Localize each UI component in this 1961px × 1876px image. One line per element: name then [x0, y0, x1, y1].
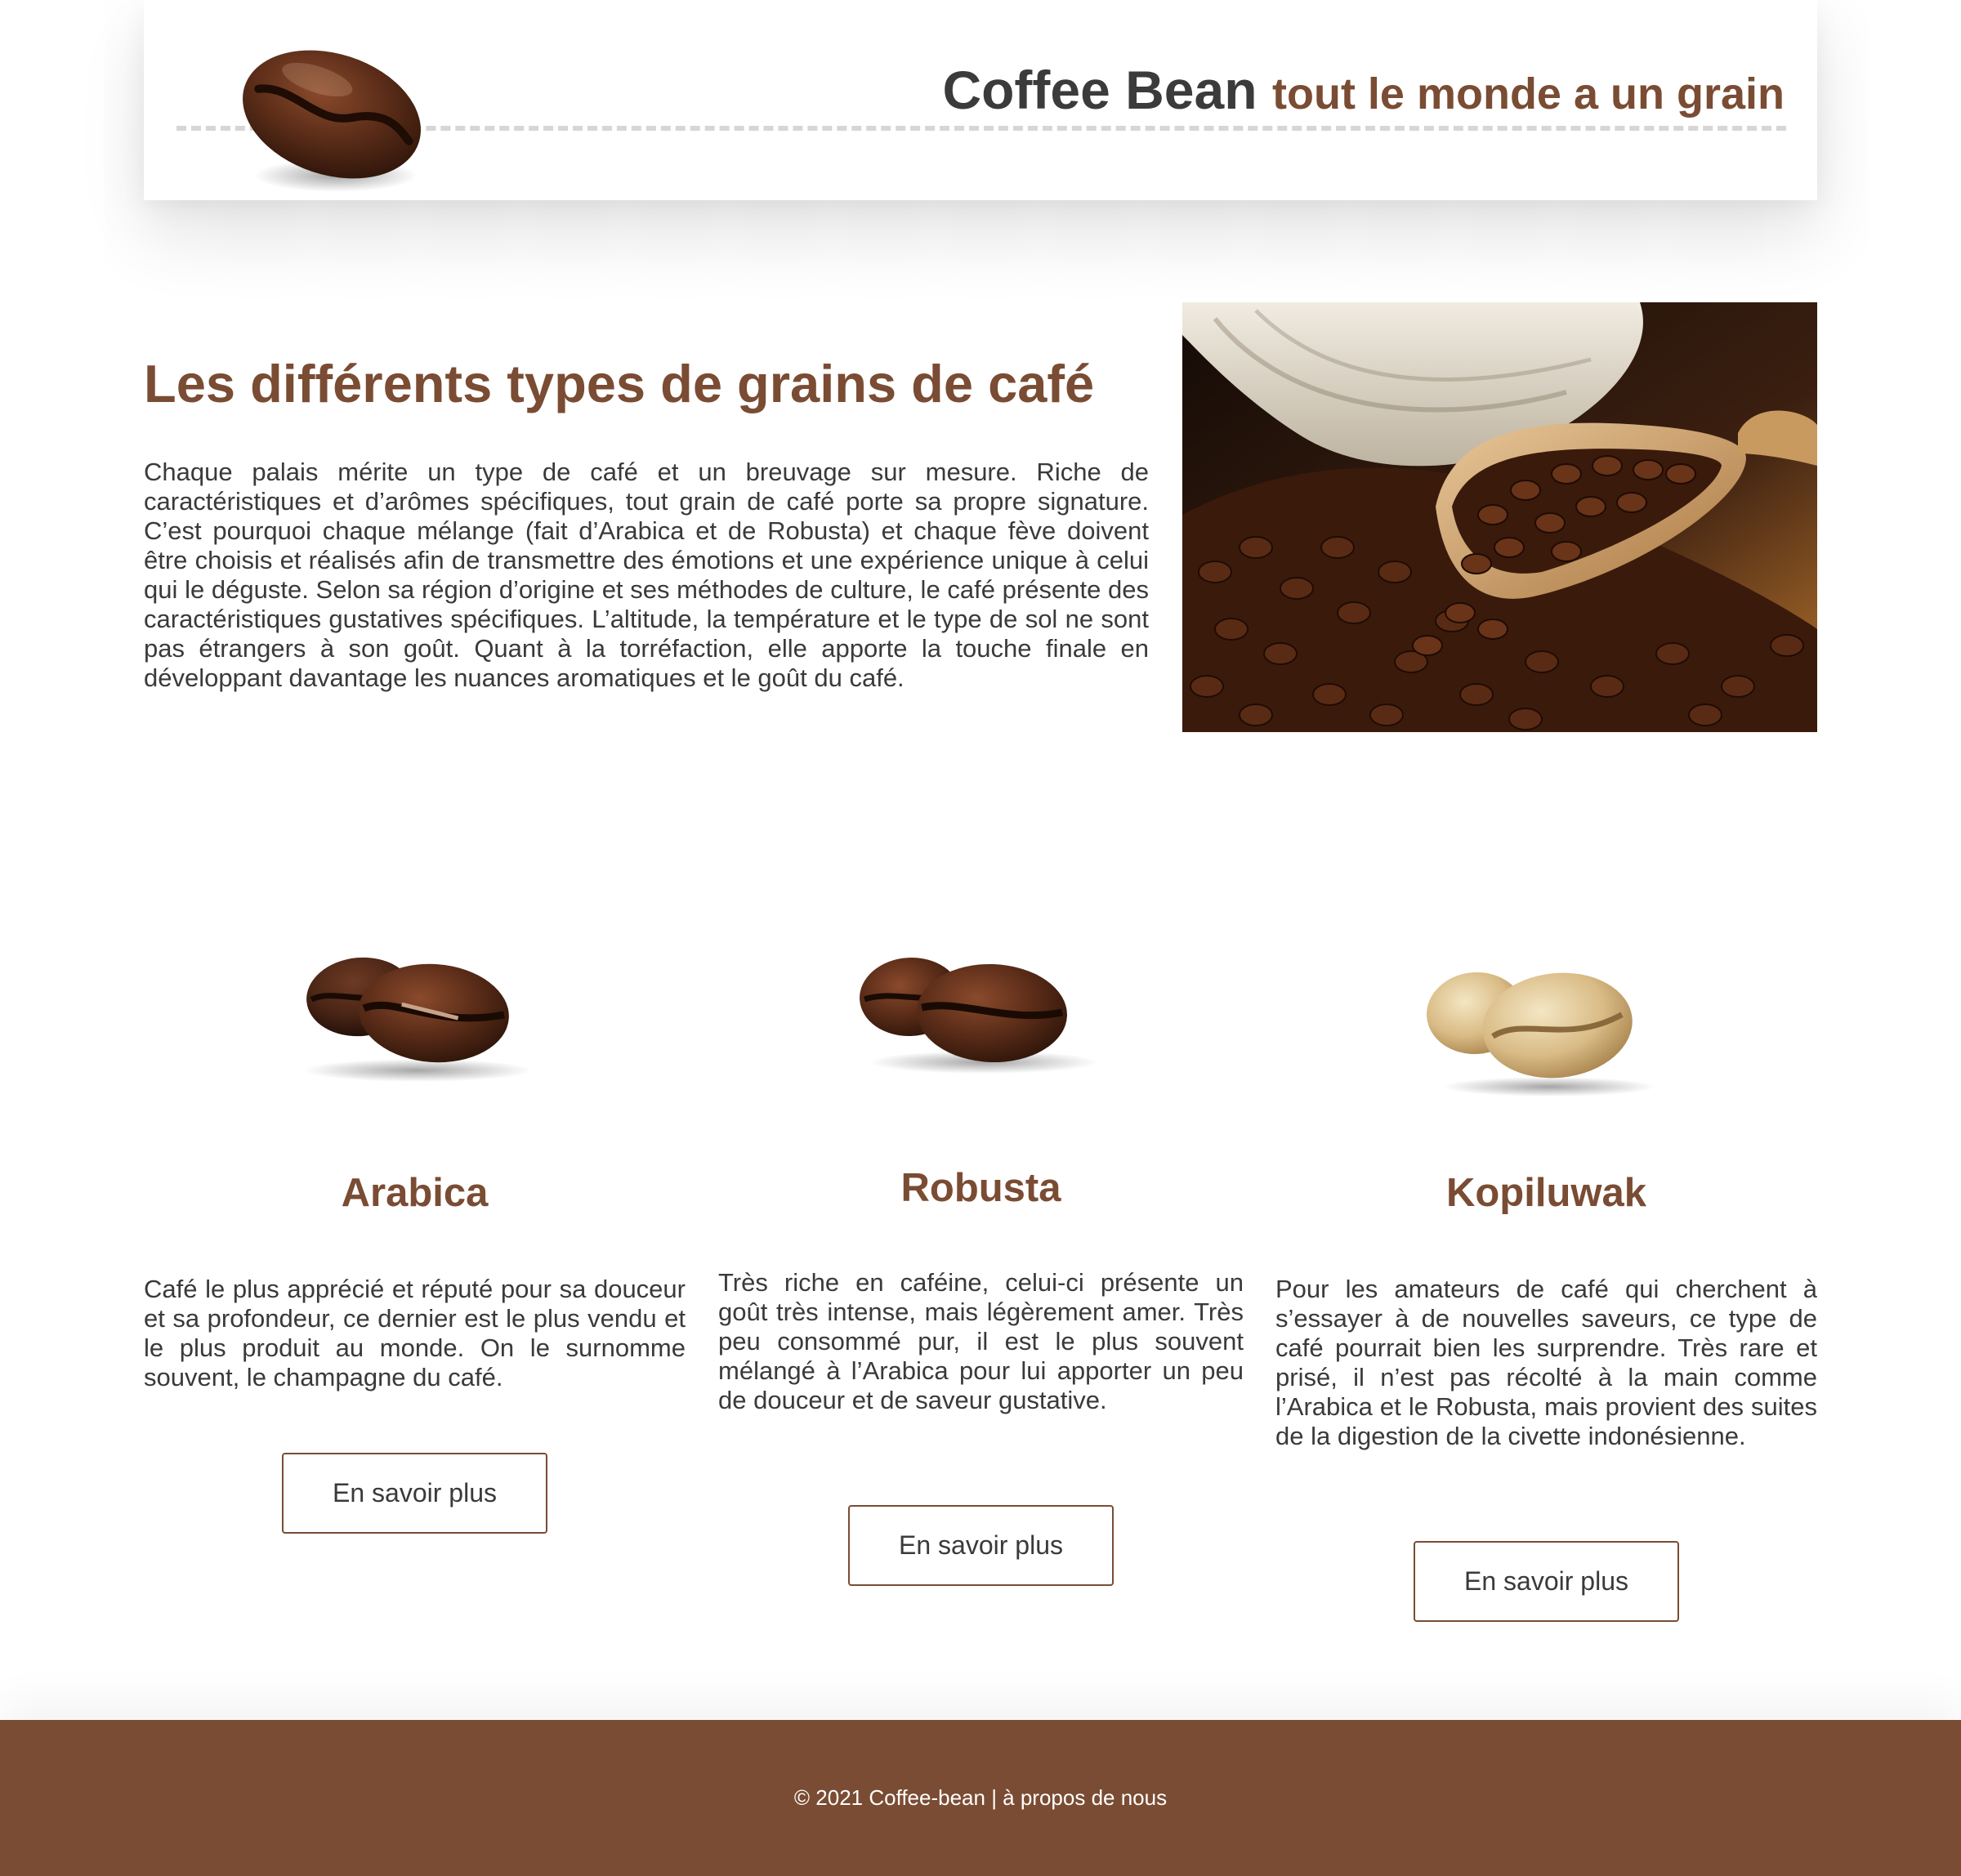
brand-tagline: tout le monde a un grain: [1271, 69, 1785, 118]
card-text-kopiluwak: Pour les amateurs de café qui cherchent …: [1275, 1275, 1817, 1450]
card-text-arabica: Café le plus apprécié et réputé pour sa …: [144, 1275, 686, 1391]
brand: Coffee Bean tout le monde a un grain: [931, 59, 1785, 121]
site-footer: © 2021 Coffee-bean | à propos de nous: [0, 1720, 1961, 1876]
card-text-robusta: Très riche en caféine, celui-ci présente…: [718, 1268, 1244, 1414]
coffee-bean-icon[interactable]: [230, 33, 426, 196]
card-robusta: Robusta Très riche en caféine, celui-ci …: [718, 931, 1244, 1586]
card-kopiluwak: Kopiluwak Pour les amateurs de café qui …: [1275, 931, 1817, 1626]
robusta-beans-photo: [860, 957, 1098, 1074]
card-title-robusta: Robusta: [900, 1166, 1061, 1210]
site-header: Coffee Bean tout le monde a un grain: [144, 0, 1817, 200]
card-arabica: Arabica Café le plus apprécié et réputé …: [144, 931, 686, 1552]
card-title-kopiluwak: Kopiluwak: [1445, 1171, 1647, 1215]
intro-text: Chaque palais mérite un type de café et …: [144, 458, 1149, 692]
brand-name[interactable]: Coffee Bean: [942, 60, 1257, 120]
en-savoir-plus-button-robusta[interactable]: En savoir plus: [848, 1505, 1114, 1586]
intro-title: Les différents types de grains de café: [144, 354, 1095, 413]
coffee-beans-scoop-photo: [1182, 302, 1817, 732]
arabica-beans-photo: [303, 957, 532, 1082]
en-savoir-plus-button-kopiluwak[interactable]: En savoir plus: [1414, 1541, 1679, 1622]
footer-copyright[interactable]: © 2021 Coffee-bean | à propos de nous: [0, 1785, 1961, 1811]
en-savoir-plus-button-arabica[interactable]: En savoir plus: [282, 1453, 547, 1534]
card-title-arabica: Arabica: [341, 1171, 489, 1215]
kopiluwak-beans-photo: [1427, 971, 1655, 1097]
